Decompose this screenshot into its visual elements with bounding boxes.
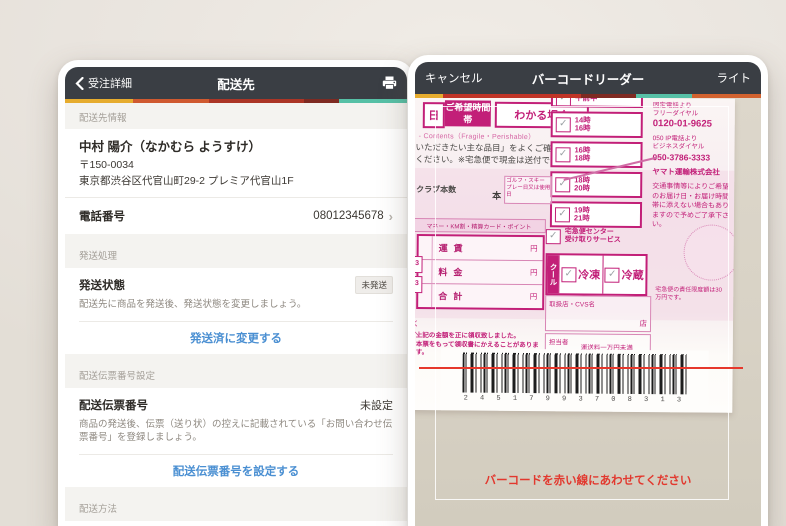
phone-value: 08012345678 — [313, 210, 383, 222]
slip-number-block: 配送伝票番号 未設定 商品の発送後、伝票（送り状）の控えに記載されている「お問い… — [65, 388, 407, 487]
camera-viewfinder: 日 ご希望時間帯 わかる場合 - Contents（Fragile・Perish… — [415, 98, 761, 526]
rainbow-segment — [209, 99, 305, 103]
cancel-button[interactable]: キャンセル — [425, 70, 483, 86]
slip-number-desc: 商品の発送後、伝票（送り状）の控えに記載されている「お問い合わせ伝票番号」を登録… — [79, 418, 393, 445]
slip-number-value: 未設定 — [360, 397, 393, 413]
shipping-status-block: 発送状態 未発送 配送先に商品を発送後、発送状態を変更しましょう。 発送済に変更… — [65, 268, 407, 354]
slip-number-label: 配送伝票番号 — [79, 397, 148, 413]
left-nav-bar: 受注詳細 配送先 — [65, 67, 407, 99]
scanner-nav-bar: キャンセル バーコードリーダー ライト — [415, 62, 761, 94]
set-slip-number-link[interactable]: 配送伝票番号を設定する — [79, 455, 393, 487]
recipient-name: 中村 陽介（なかむら ようすけ） — [79, 138, 393, 157]
left-phone-mockup: 受注詳細 配送先 配送先情報 中村 陽介（なかむら ようすけ） 〒150-003… — [58, 60, 414, 526]
recipient-block: 中村 陽介（なかむら ようすけ） 〒150-0034 東京都渋谷区代官山町29-… — [65, 129, 407, 197]
left-content: 配送先情報 中村 陽介（なかむら ようすけ） 〒150-0034 東京都渋谷区代… — [65, 103, 407, 526]
back-label: 受注詳細 — [88, 75, 132, 91]
mark-shipped-link[interactable]: 発送済に変更する — [79, 322, 393, 354]
section-label-shipping-process: 発送処理 — [65, 234, 407, 268]
chevron-left-icon — [75, 77, 84, 90]
status-badge: 未発送 — [355, 276, 393, 294]
shipping-status-desc: 配送先に商品を発送後、発送状態を変更しましょう。 — [79, 298, 393, 312]
phone-label: 電話番号 — [79, 208, 125, 224]
checkbox-icon: ✓ — [556, 98, 571, 106]
left-edge-marks: 3 3 くヘ — [415, 256, 422, 341]
rainbow-segment — [65, 99, 133, 103]
right-phone-mockup: キャンセル バーコードリーダー ライト 日 ご希望時間帯 わかる場合 - Con… — [408, 55, 768, 526]
scan-frame-overlay — [435, 106, 729, 500]
address-line: 東京都渋谷区代官山町29-2 プレミア代官山1F — [79, 173, 393, 189]
right-phone-screen: キャンセル バーコードリーダー ライト 日 ご希望時間帯 わかる場合 - Con… — [415, 62, 761, 526]
rainbow-segment — [339, 99, 407, 103]
postal-code: 〒150-0034 — [79, 157, 393, 173]
section-label-destination-info: 配送先情報 — [65, 103, 407, 129]
chevron-right-icon: › — [389, 209, 393, 224]
scan-red-line — [419, 367, 743, 369]
printer-icon — [382, 76, 397, 90]
scan-hint-text: バーコードを赤い線にあわせてください — [415, 472, 761, 488]
back-button[interactable]: 受注詳細 — [75, 75, 132, 91]
print-button[interactable] — [382, 76, 397, 90]
screenshot-canvas: 受注詳細 配送先 配送先情報 中村 陽介（なかむら ようすけ） 〒150-003… — [0, 0, 786, 526]
light-button[interactable]: ライト — [717, 70, 752, 86]
rainbow-segment — [304, 99, 338, 103]
carrier-row: 配送会社 ペパボ急便 — [65, 521, 407, 526]
brand-rainbow-strip — [65, 99, 407, 103]
shipping-status-label: 発送状態 — [79, 277, 125, 293]
phone-number-row[interactable]: 電話番号 08012345678 › — [65, 198, 407, 234]
section-label-slip-number: 配送伝票番号設定 — [65, 354, 407, 388]
rainbow-segment — [133, 99, 208, 103]
left-phone-screen: 受注詳細 配送先 配送先情報 中村 陽介（なかむら ようすけ） 〒150-003… — [65, 67, 407, 526]
section-label-shipping-method: 配送方法 — [65, 487, 407, 521]
